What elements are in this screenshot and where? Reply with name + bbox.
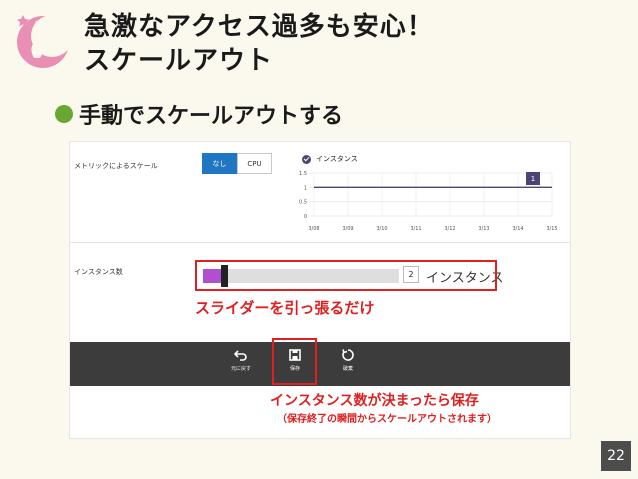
portal-screenshot: メトリックによるスケール なし CPU インスタンス 1.5 1 0.5 0 3/08… — [69, 141, 571, 439]
page-number: 22 — [601, 441, 631, 471]
legend-label: インスタンス — [316, 155, 358, 163]
rabbit-moon-logo — [17, 15, 72, 68]
bullet-item: 手動でスケールアウトする — [55, 98, 343, 130]
bullet-dot-icon — [55, 105, 73, 123]
check-circle-icon — [302, 154, 311, 164]
save-highlight-box — [272, 338, 317, 385]
slide-title-line1: 急激なアクセス過多も安心！ — [84, 12, 434, 42]
x-tick-label: 3/08 — [308, 226, 319, 232]
chart-legend[interactable]: インスタンス — [302, 154, 358, 164]
x-tick-label: 3/10 — [376, 226, 387, 232]
instance-count-label: インスタンス数 — [74, 268, 123, 276]
x-tick-label: 3/13 — [478, 226, 489, 232]
x-tick-label: 3/15 — [546, 226, 557, 232]
x-tick-label: 3/09 — [342, 226, 353, 232]
slider-highlight-box — [195, 260, 497, 291]
bullet-text: 手動でスケールアウトする — [79, 104, 344, 129]
instance-chart: 1.5 1 0.5 0 3/08 3/09 3/10 3/11 3/12 3/13 3/14 3/1… — [299, 171, 558, 232]
refresh-icon — [342, 349, 354, 361]
section-divider — [70, 242, 570, 243]
save-annotation-line2: （保存終了の瞬間からスケールアウトされます） — [277, 414, 497, 425]
y-tick-label: 1 — [304, 185, 307, 191]
slide-title-line2: スケールアウト — [84, 46, 274, 76]
x-tick-label: 3/11 — [410, 226, 421, 232]
discard-label: 破棄 — [342, 366, 353, 372]
bottom-toolbar: 元に戻す 保存 破棄 — [70, 342, 570, 386]
x-tick-label: 3/14 — [512, 226, 523, 232]
y-tick-label: 1.5 — [299, 171, 307, 177]
y-tick-label: 0.5 — [299, 200, 307, 206]
slide-title: 急激なアクセス過多も安心！ スケールアウト — [84, 10, 434, 78]
save-annotation-line1: インスタンス数が決まったら保存 — [270, 393, 479, 409]
discard-button[interactable]: 破棄 — [333, 348, 363, 372]
x-tick-label: 3/12 — [444, 226, 455, 232]
undo-icon — [234, 350, 247, 361]
y-tick-label: 0 — [304, 214, 307, 220]
undo-label: 元に戻す — [230, 366, 251, 372]
slider-annotation: スライダーを引っ張るだけ — [195, 299, 375, 317]
undo-button[interactable]: 元に戻す — [226, 348, 256, 372]
chart-value-badge: 1 — [526, 172, 540, 185]
